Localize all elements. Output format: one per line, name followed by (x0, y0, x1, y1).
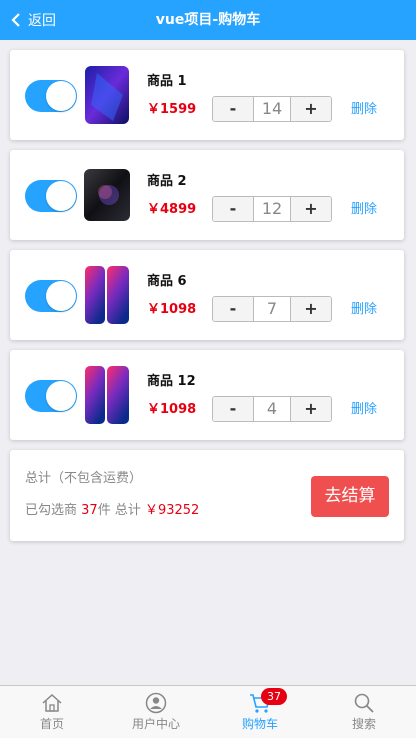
decrease-button[interactable]: - (213, 397, 253, 421)
decrease-button[interactable]: - (213, 97, 253, 121)
delete-link[interactable]: 删除 (351, 98, 377, 117)
search-icon (353, 692, 375, 714)
product-thumbnail (83, 65, 131, 125)
select-toggle[interactable] (25, 380, 77, 412)
increase-button[interactable]: + (291, 197, 331, 221)
tab-cart[interactable]: 购物车 (208, 686, 312, 738)
cart-item: 商品 12 ￥1098 - 4 + 删除 (10, 350, 404, 440)
delete-link[interactable]: 删除 (351, 398, 377, 417)
delete-link[interactable]: 删除 (351, 298, 377, 317)
cart-item: 商品 2 ￥4899 - 12 + 删除 (10, 150, 404, 240)
summary-line: 已勾选商 37件 总计 ￥93252 (25, 499, 199, 518)
tab-user-center[interactable]: 用户中心 (104, 686, 208, 738)
increase-button[interactable]: + (291, 97, 331, 121)
selected-count: 37 (81, 503, 98, 518)
cart-item: 商品 6 ￥1098 - 7 + 删除 (10, 250, 404, 340)
user-icon (145, 692, 167, 714)
header-bar: 返回 vue项目-购物车 (0, 0, 416, 40)
cart-count-badge: 37 (261, 688, 287, 705)
bottom-tabbar: 首页 用户中心 购物车 搜索 (0, 685, 416, 738)
checkout-button[interactable]: 去结算 (311, 476, 389, 517)
increase-button[interactable]: + (291, 297, 331, 321)
product-price: ￥1599 (147, 102, 197, 117)
quantity-value[interactable]: 4 (253, 397, 291, 421)
delete-link[interactable]: 删除 (351, 198, 377, 217)
tab-label: 首页 (39, 717, 64, 731)
tab-label: 用户中心 (131, 717, 180, 731)
select-toggle[interactable] (25, 80, 77, 112)
product-name: 商品 6 (147, 274, 187, 289)
total-amount: ￥93252 (144, 503, 200, 518)
increase-button[interactable]: + (291, 397, 331, 421)
quantity-stepper: - 12 + (212, 196, 332, 222)
select-toggle[interactable] (25, 180, 77, 212)
tab-home[interactable]: 首页 (0, 686, 104, 738)
cart-item: 商品 1 ￥1599 - 14 + 删除 (10, 50, 404, 140)
quantity-value[interactable]: 12 (253, 197, 291, 221)
selected-prefix: 已勾选商 (25, 503, 78, 518)
quantity-stepper: - 14 + (212, 96, 332, 122)
product-price: ￥4899 (147, 202, 197, 217)
product-name: 商品 2 (147, 174, 187, 189)
product-thumbnail (83, 165, 131, 225)
quantity-value[interactable]: 7 (253, 297, 291, 321)
quantity-stepper: - 4 + (212, 396, 332, 422)
tab-label: 搜索 (351, 717, 376, 731)
select-toggle[interactable] (25, 280, 77, 312)
quantity-value[interactable]: 14 (253, 97, 291, 121)
cart-summary: 总计（不包含运费） 已勾选商 37件 总计 ￥93252 去结算 (10, 450, 404, 541)
product-thumbnail (83, 365, 131, 425)
product-price: ￥1098 (147, 402, 197, 417)
selected-unit: 件 总计 (97, 503, 145, 518)
summary-label: 总计（不包含运费） (25, 471, 143, 486)
decrease-button[interactable]: - (213, 297, 253, 321)
product-name: 商品 12 (147, 374, 196, 389)
quantity-stepper: - 7 + (212, 296, 332, 322)
product-name: 商品 1 (147, 74, 187, 89)
page-title: vue项目-购物车 (155, 12, 261, 28)
home-icon (41, 692, 63, 714)
product-thumbnail (83, 265, 131, 325)
tab-search[interactable]: 搜索 (312, 686, 416, 738)
decrease-button[interactable]: - (213, 197, 253, 221)
tab-label: 购物车 (241, 717, 278, 731)
product-price: ￥1098 (147, 302, 197, 317)
